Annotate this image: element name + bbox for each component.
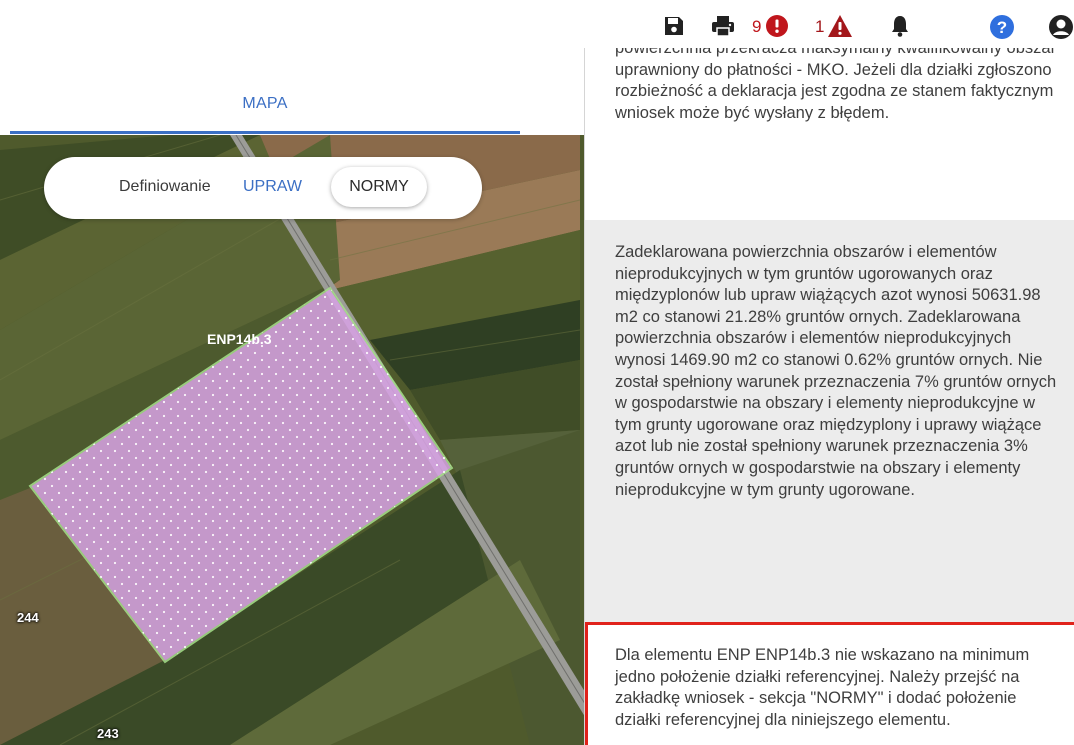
svg-text:?: ? [997,18,1007,37]
message-text: Zadeklarowana powierzchnia obszarów i el… [615,243,1057,499]
error-count: 9 [752,17,762,36]
user-icon[interactable] [1048,14,1074,40]
toolbar: 9 1 ? [0,0,1074,50]
validation-message-selected[interactable]: Dla elementu ENP ENP14b.3 nie wskazano n… [585,622,1074,745]
parcel-number-label: 244 [17,610,39,625]
tab-underline [10,131,520,134]
warning-count: 1 [815,17,825,36]
help-icon[interactable]: ? [989,14,1015,40]
tab-mapa[interactable]: MAPA [10,95,520,113]
print-icon[interactable] [710,14,736,40]
validation-message[interactable]: Zadeklarowana powierzchnia obszarów i el… [585,220,1074,622]
definition-label: Definiowanie [119,178,211,195]
message-text: powierzchnia przekracza maksymalny kwali… [615,48,1057,122]
save-icon[interactable] [662,14,688,40]
message-text: Dla elementu ENP ENP14b.3 nie wskazano n… [615,646,1030,729]
parcel-label: ENP14b.3 [207,331,272,347]
validation-message[interactable]: powierzchnia przekracza maksymalny kwali… [585,48,1074,220]
warning-icon[interactable] [827,14,853,40]
parcel-number-label: 243 [97,726,119,741]
map-imagery [0,135,590,745]
definition-toggle: Definiowanie UPRAW NORMY [44,157,482,219]
error-icon[interactable] [765,14,791,40]
map-view[interactable] [0,135,590,745]
bell-icon[interactable] [888,14,914,40]
normy-button[interactable]: NORMY [331,167,427,207]
validation-messages-panel[interactable]: powierzchnia przekracza maksymalny kwali… [584,48,1074,745]
upraw-button[interactable]: UPRAW [243,178,302,196]
